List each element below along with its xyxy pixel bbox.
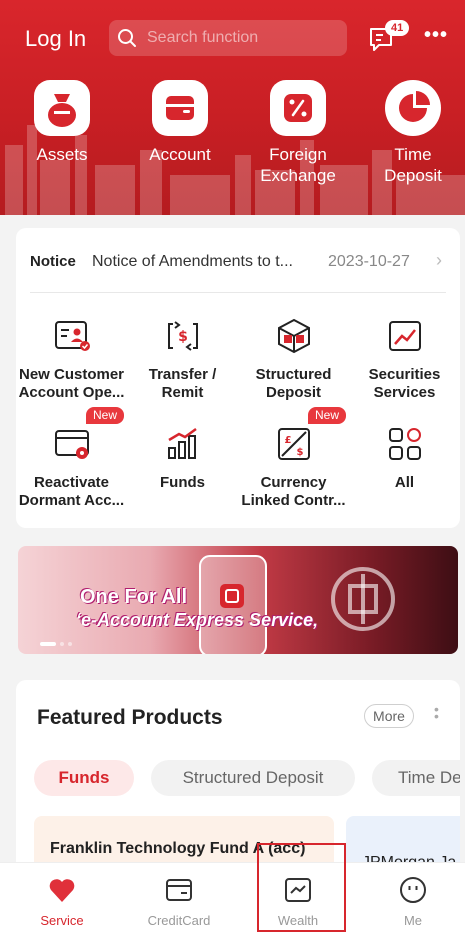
function-label: Structured Deposit [255,366,332,401]
function-reactivate-dormant-account[interactable]: Reactivate Dormant Acc... [16,424,127,510]
svg-text:$: $ [178,329,188,345]
promo-banner[interactable]: One For All ‘e-Account Express Service‚ [18,546,458,654]
message-count-badge: 41 [385,20,410,36]
function-transfer-remit[interactable]: $ Transfer / Remit [127,316,238,402]
nav-me[interactable]: Me [355,863,465,932]
quick-action-foreign-exchange[interactable]: Foreign Exchange [243,80,353,186]
more-options-icon[interactable]: ••• [424,24,448,47]
function-label: Transfer / Remit [148,366,217,401]
notice-tag: Notice [30,253,76,270]
new-badge: New [86,407,125,424]
svg-text:$: $ [296,447,303,458]
function-label: All [394,474,415,491]
header: Log In Search function 41 ••• Assets Acc… [0,0,465,215]
nav-label: Service [40,913,84,928]
function-structured-deposit[interactable]: Structured Deposit [238,316,349,402]
vertical-dots-icon[interactable]: • • [434,702,439,723]
quick-action-label: Account [149,145,211,164]
quick-action-label: Time Deposit [384,145,442,185]
stock-chart-icon [385,316,425,356]
function-label: Currency Linked Contr... [241,474,346,509]
function-all[interactable]: All [349,424,460,492]
notice-text: Notice of Amendments to t... [92,253,293,270]
tab-structured-deposit[interactable]: Structured Deposit [151,760,355,796]
banner-subheadline: ‘e-Account Express Service‚ [76,610,319,630]
nav-service[interactable]: Service [4,863,120,932]
login-button[interactable]: Log In [25,26,86,52]
new-badge: New [308,407,347,424]
carousel-dot-active [40,642,56,646]
chevron-right-icon: › [436,250,442,270]
bottom-navigation: Service CreditCard Wealth Me [0,862,465,932]
carousel-dot [60,642,64,646]
function-new-customer-account[interactable]: New Customer Account Ope... [16,316,127,402]
notice-date: 2023-10-27 [328,253,410,270]
nav-label: Me [403,913,423,928]
featured-title: Featured Products [37,706,223,729]
search-input[interactable]: Search function [109,20,347,56]
function-label: Securities Services [368,366,441,401]
quick-action-label: Assets [36,145,88,164]
function-label: New Customer Account Ope... [18,366,125,401]
transfer-icon: $ [163,316,203,356]
pie-chart-icon [385,80,441,136]
divider [30,292,446,293]
smiley-icon [398,875,428,905]
fund-bar-icon [163,424,203,464]
wallet-icon [152,80,208,136]
apps-grid-icon [385,424,425,464]
function-currency-linked-contract[interactable]: £ $ Currency Linked Contr... [238,424,349,510]
quick-action-account[interactable]: Account [125,80,235,165]
tab-funds[interactable]: Funds [34,760,134,796]
money-bag-icon [34,80,90,136]
quick-action-time-deposit[interactable]: Time Deposit [358,80,465,186]
percent-icon [270,80,326,136]
top-bar: Log In Search function 41 ••• [0,18,465,58]
nav-label: CreditCard [147,913,211,928]
function-label: Reactivate Dormant Acc... [18,474,125,509]
icbc-logo-icon [331,567,395,631]
quick-action-assets[interactable]: Assets [7,80,117,165]
currency-exchange-icon: £ $ [274,424,314,464]
function-securities-services[interactable]: Securities Services [349,316,460,402]
banner-headline: One For All [80,586,188,608]
selection-highlight-box [257,843,346,932]
function-funds[interactable]: Funds [127,424,238,492]
carousel-dot [68,642,72,646]
notice-bar[interactable]: Notice Notice of Amendments to t... 2023… [16,228,460,292]
quick-action-label: Foreign Exchange [260,145,336,185]
card-icon [52,424,92,464]
search-icon [118,29,136,47]
id-card-icon [52,316,92,356]
svg-text:£: £ [284,435,291,446]
more-button[interactable]: More [364,704,414,728]
heart-icon [47,875,77,905]
cube-icon [274,316,314,356]
function-label: Funds [160,474,205,491]
search-placeholder: Search function [147,29,259,46]
tab-time-deposit[interactable]: Time De [372,760,460,796]
nav-creditcard[interactable]: CreditCard [121,863,237,932]
function-card: Notice Notice of Amendments to t... 2023… [16,228,460,528]
credit-card-icon [164,875,194,905]
phone-illustration [199,555,267,654]
